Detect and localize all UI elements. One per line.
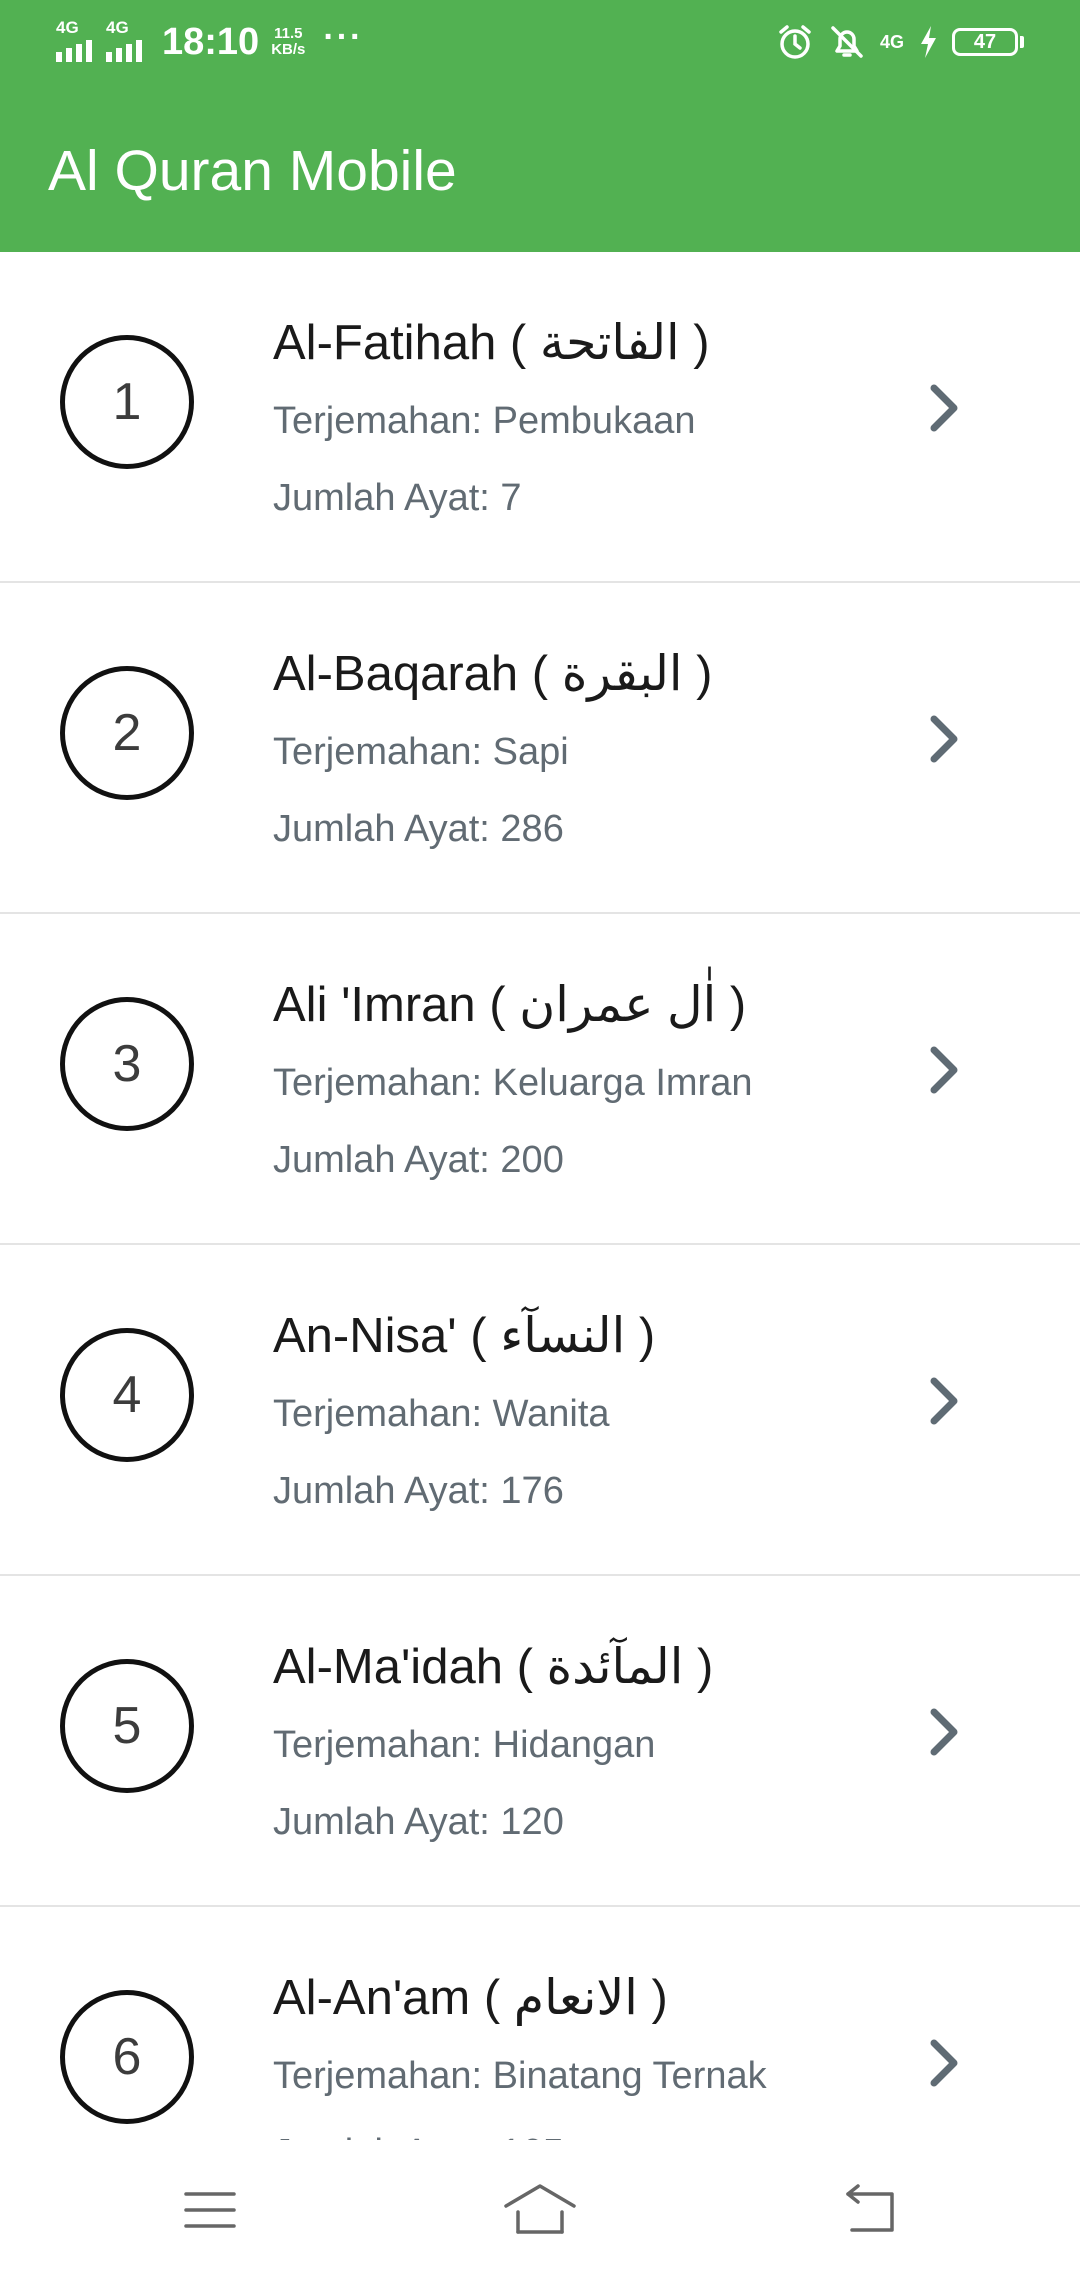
surah-list-item[interactable]: 3 Ali 'Imran ( اٰل عمران ) Terjemahan: K… (0, 914, 1080, 1245)
surah-ayat-count: Jumlah Ayat: 200 (273, 1139, 564, 1181)
network-rate-value: 11.5 (274, 25, 303, 42)
status-bar: 4G 4G 18:10 11.5 KB/s ··· 4G 47 (0, 0, 1080, 84)
surah-translation: Terjemahan: Sapi (273, 731, 569, 773)
surah-translation: Terjemahan: Binatang Ternak (273, 2055, 767, 2097)
surah-list-item[interactable]: 6 Al-An'am ( الانعام ) Terjemahan: Binat… (0, 1907, 1080, 2140)
surah-number: 4 (60, 1328, 194, 1462)
surah-number: 2 (60, 666, 194, 800)
back-icon[interactable] (820, 2170, 920, 2250)
home-icon[interactable] (490, 2170, 590, 2250)
system-navigation-bar (0, 2140, 1080, 2280)
surah-number: 6 (60, 1990, 194, 2124)
chevron-right-icon[interactable] (922, 1702, 970, 1762)
surah-number: 1 (60, 335, 194, 469)
surah-list[interactable]: 1 Al-Fatihah ( الفاتحة ) Terjemahan: Pem… (0, 252, 1080, 2140)
surah-list-item[interactable]: 1 Al-Fatihah ( الفاتحة ) Terjemahan: Pem… (0, 252, 1080, 583)
surah-name: Al-Ma'idah ( المآئدة ) (273, 1640, 714, 1694)
chevron-right-icon[interactable] (922, 378, 970, 438)
surah-list-item[interactable]: 5 Al-Ma'idah ( المآئدة ) Terjemahan: Hid… (0, 1576, 1080, 1907)
surah-list-item[interactable]: 4 An-Nisa' ( النسآء ) Terjemahan: Wanita… (0, 1245, 1080, 1576)
surah-name: Al-Fatihah ( الفاتحة ) (273, 316, 710, 370)
surah-number: 3 (60, 997, 194, 1131)
chevron-right-icon[interactable] (922, 1040, 970, 1100)
chevron-right-icon[interactable] (922, 2033, 970, 2093)
surah-name: Ali 'Imran ( اٰل عمران ) (273, 978, 747, 1032)
surah-number: 5 (60, 1659, 194, 1793)
surah-translation: Terjemahan: Keluarga Imran (273, 1062, 753, 1104)
alarm-icon (776, 23, 814, 61)
network-rate-unit: KB/s (271, 41, 306, 58)
signal-1-label: 4G (56, 18, 79, 37)
app-header: 4G 4G 18:10 11.5 KB/s ··· 4G 47 Al Quran… (0, 0, 1080, 252)
surah-ayat-count: Jumlah Ayat: 120 (273, 1801, 564, 1843)
surah-ayat-count: Jumlah Ayat: 286 (273, 808, 564, 850)
menu-icon[interactable] (160, 2170, 260, 2250)
chevron-right-icon[interactable] (922, 709, 970, 769)
signal-1-icon: 4G (56, 18, 96, 62)
chevron-right-icon[interactable] (922, 1371, 970, 1431)
battery-icon: 47 (952, 28, 1024, 56)
surah-list-item[interactable]: 2 Al-Baqarah ( البقرة ) Terjemahan: Sapi… (0, 583, 1080, 914)
battery-level: 47 (952, 28, 1018, 56)
surah-ayat-count: Jumlah Ayat: 176 (273, 1470, 564, 1512)
surah-translation: Terjemahan: Pembukaan (273, 400, 696, 442)
surah-ayat-count: Jumlah Ayat: 165 (273, 2132, 564, 2140)
surah-ayat-count: Jumlah Ayat: 7 (273, 477, 522, 519)
surah-name: An-Nisa' ( النسآء ) (273, 1309, 656, 1363)
signal-2-label: 4G (106, 18, 129, 37)
notifications-off-icon (828, 23, 866, 61)
network-rate: 11.5 KB/s (271, 26, 305, 58)
status-time: 18:10 (162, 20, 260, 63)
more-notifications-icon: ··· (323, 17, 364, 56)
surah-name: Al-Baqarah ( البقرة ) (273, 647, 713, 701)
signal-2-icon: 4G (106, 18, 146, 62)
surah-translation: Terjemahan: Wanita (273, 1393, 610, 1435)
surah-name: Al-An'am ( الانعام ) (273, 1971, 668, 2025)
charging-icon (918, 24, 938, 60)
app-title: Al Quran Mobile (48, 139, 457, 203)
network-type-icon: 4G (879, 32, 904, 52)
surah-translation: Terjemahan: Hidangan (273, 1724, 656, 1766)
